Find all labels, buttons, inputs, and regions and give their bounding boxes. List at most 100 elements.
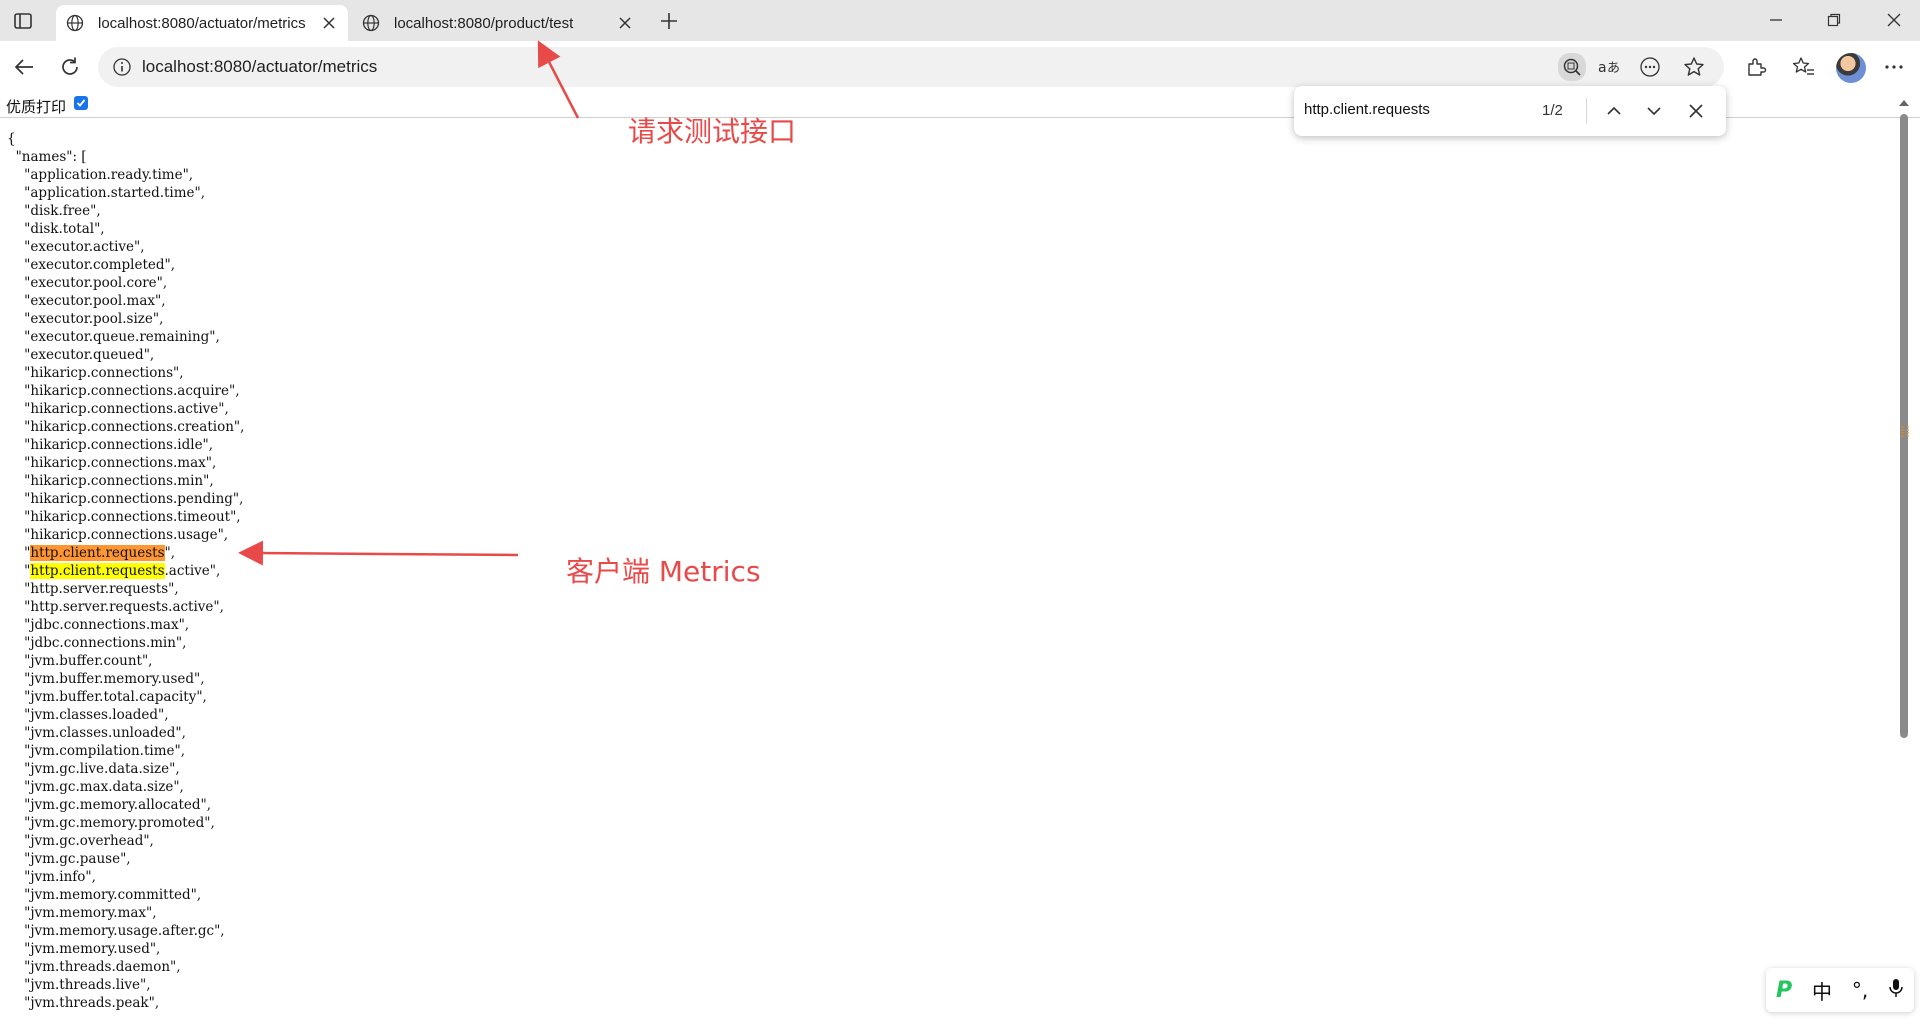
json-line: "names": [ <box>7 149 87 165</box>
json-line: "jvm.gc.live.data.size", <box>7 761 180 777</box>
json-line: "jvm.memory.max", <box>7 905 157 921</box>
tab-title: localhost:8080/actuator/metrics <box>98 14 306 32</box>
json-line: "hikaricp.connections.creation", <box>7 419 245 435</box>
json-line: "executor.queue.remaining", <box>7 329 220 345</box>
json-line: "hikaricp.connections.pending", <box>7 491 244 507</box>
json-line: "disk.total", <box>7 221 105 237</box>
plus-icon[interactable] <box>658 10 680 32</box>
json-line: "jdbc.connections.min", <box>7 635 187 651</box>
json-line: "jvm.threads.daemon", <box>7 959 181 975</box>
scrollbar[interactable] <box>1896 100 1910 1020</box>
close-icon[interactable] <box>1684 99 1708 123</box>
scroll-up-arrow[interactable] <box>1899 100 1909 106</box>
address-bar[interactable]: aあ <box>98 47 1724 87</box>
json-line: "executor.pool.core", <box>7 275 168 291</box>
avatar[interactable] <box>1836 53 1866 83</box>
json-line: "http.client.requests", <box>7 545 176 561</box>
ime-punct[interactable]: °, <box>1852 978 1868 1002</box>
json-line: "hikaricp.connections.min", <box>7 473 214 489</box>
globe-icon <box>66 14 84 32</box>
annotation-arrows <box>238 40 580 566</box>
minimize-icon[interactable] <box>1766 10 1786 30</box>
info-icon[interactable] <box>112 57 132 77</box>
json-line: "http.server.requests.active", <box>7 599 224 615</box>
find-match-marker: ⁞⁞ <box>1900 422 1911 441</box>
annotation-tab-note: 请求测试接口 <box>628 115 797 148</box>
find-bar: 1/2 <box>1294 86 1726 136</box>
json-line: "hikaricp.connections", <box>7 365 184 381</box>
json-content: { "names": [ "application.ready.time", "… <box>7 130 244 1012</box>
svg-text:a: a <box>1598 60 1607 76</box>
sidebar-icon[interactable] <box>12 10 34 32</box>
json-line: "jvm.info", <box>7 869 96 885</box>
json-line: "executor.completed", <box>7 257 176 273</box>
json-line: "executor.pool.size", <box>7 311 164 327</box>
arrow-to-metric <box>238 540 519 566</box>
extensions-icon[interactable] <box>1744 55 1768 79</box>
json-line: "jvm.gc.overhead", <box>7 833 154 849</box>
collections-icon[interactable] <box>1792 55 1816 79</box>
json-line: "executor.pool.max", <box>7 293 166 309</box>
back-icon[interactable] <box>12 55 36 79</box>
json-line: "hikaricp.connections.timeout", <box>7 509 241 525</box>
globe-icon <box>362 14 380 32</box>
tab-strip: localhost:8080/actuator/metrics localhos… <box>0 0 1920 41</box>
json-line: "application.ready.time", <box>7 167 194 183</box>
find-separator <box>1586 98 1587 124</box>
close-icon[interactable] <box>616 14 634 32</box>
print-checkbox[interactable] <box>74 96 88 110</box>
json-line: "hikaricp.connections.usage", <box>7 527 229 543</box>
find-highlight: http.client.requests <box>30 545 165 561</box>
ime-widget[interactable]: P 中 °, <box>1766 968 1914 1012</box>
json-line: "executor.active", <box>7 239 145 255</box>
url-input[interactable] <box>142 57 942 77</box>
json-line: "jvm.memory.committed", <box>7 887 202 903</box>
json-line: "http.client.requests.active", <box>7 563 221 579</box>
json-line: "jvm.classes.loaded", <box>7 707 169 723</box>
annotation-metric-note: 客户端 Metrics <box>566 555 761 588</box>
json-line: "jvm.buffer.memory.used", <box>7 671 205 687</box>
json-line: "hikaricp.connections.max", <box>7 455 217 471</box>
tab-actuator-metrics[interactable]: localhost:8080/actuator/metrics <box>56 5 348 41</box>
json-line: "executor.queued", <box>7 347 155 363</box>
json-line: "jvm.gc.pause", <box>7 851 131 867</box>
json-line: "jvm.memory.usage.after.gc", <box>7 923 225 939</box>
microphone-icon[interactable] <box>1888 978 1904 1003</box>
print-label: 优质打印 <box>6 99 67 116</box>
chevron-down-icon[interactable] <box>1642 99 1666 123</box>
json-line: "jvm.compilation.time", <box>7 743 185 759</box>
find-count: 1/2 <box>1542 102 1563 119</box>
json-line: "hikaricp.connections.idle", <box>7 437 214 453</box>
json-line: "disk.free", <box>7 203 101 219</box>
tab-title: localhost:8080/product/test <box>394 14 574 32</box>
json-line: "jdbc.connections.max", <box>7 617 190 633</box>
more-icon[interactable] <box>1638 55 1662 79</box>
chevron-up-icon[interactable] <box>1602 99 1626 123</box>
json-line: "jvm.threads.live", <box>7 977 151 993</box>
translate-icon[interactable]: aあ <box>1598 55 1622 79</box>
favorite-icon[interactable] <box>1682 55 1706 79</box>
read-aloud-icon[interactable] <box>1558 53 1586 81</box>
json-line: "hikaricp.connections.active", <box>7 401 229 417</box>
json-line: { <box>7 131 16 147</box>
json-line: "hikaricp.connections.acquire", <box>7 383 240 399</box>
svg-text:あ: あ <box>1607 61 1620 76</box>
ime-mode[interactable]: 中 <box>1812 976 1832 1005</box>
close-icon[interactable] <box>1884 10 1904 30</box>
find-highlight: http.client.requests <box>30 563 165 579</box>
json-line: "http.server.requests", <box>7 581 179 597</box>
json-line: "jvm.threads.peak", <box>7 995 160 1011</box>
json-line: "jvm.memory.used", <box>7 941 161 957</box>
find-input[interactable] <box>1304 101 1534 118</box>
json-line: "jvm.classes.unloaded", <box>7 725 186 741</box>
maximize-icon[interactable] <box>1824 10 1844 30</box>
tab-product-test[interactable]: localhost:8080/product/test <box>352 5 644 41</box>
ime-logo-icon: P <box>1775 977 1793 1003</box>
json-line: "jvm.buffer.total.capacity", <box>7 689 207 705</box>
json-line: "jvm.gc.memory.allocated", <box>7 797 212 813</box>
more-icon[interactable] <box>1882 55 1906 79</box>
json-line: "jvm.gc.memory.promoted", <box>7 815 215 831</box>
json-line: "application.started.time", <box>7 185 206 201</box>
refresh-icon[interactable] <box>58 55 82 79</box>
close-icon[interactable] <box>320 14 338 32</box>
